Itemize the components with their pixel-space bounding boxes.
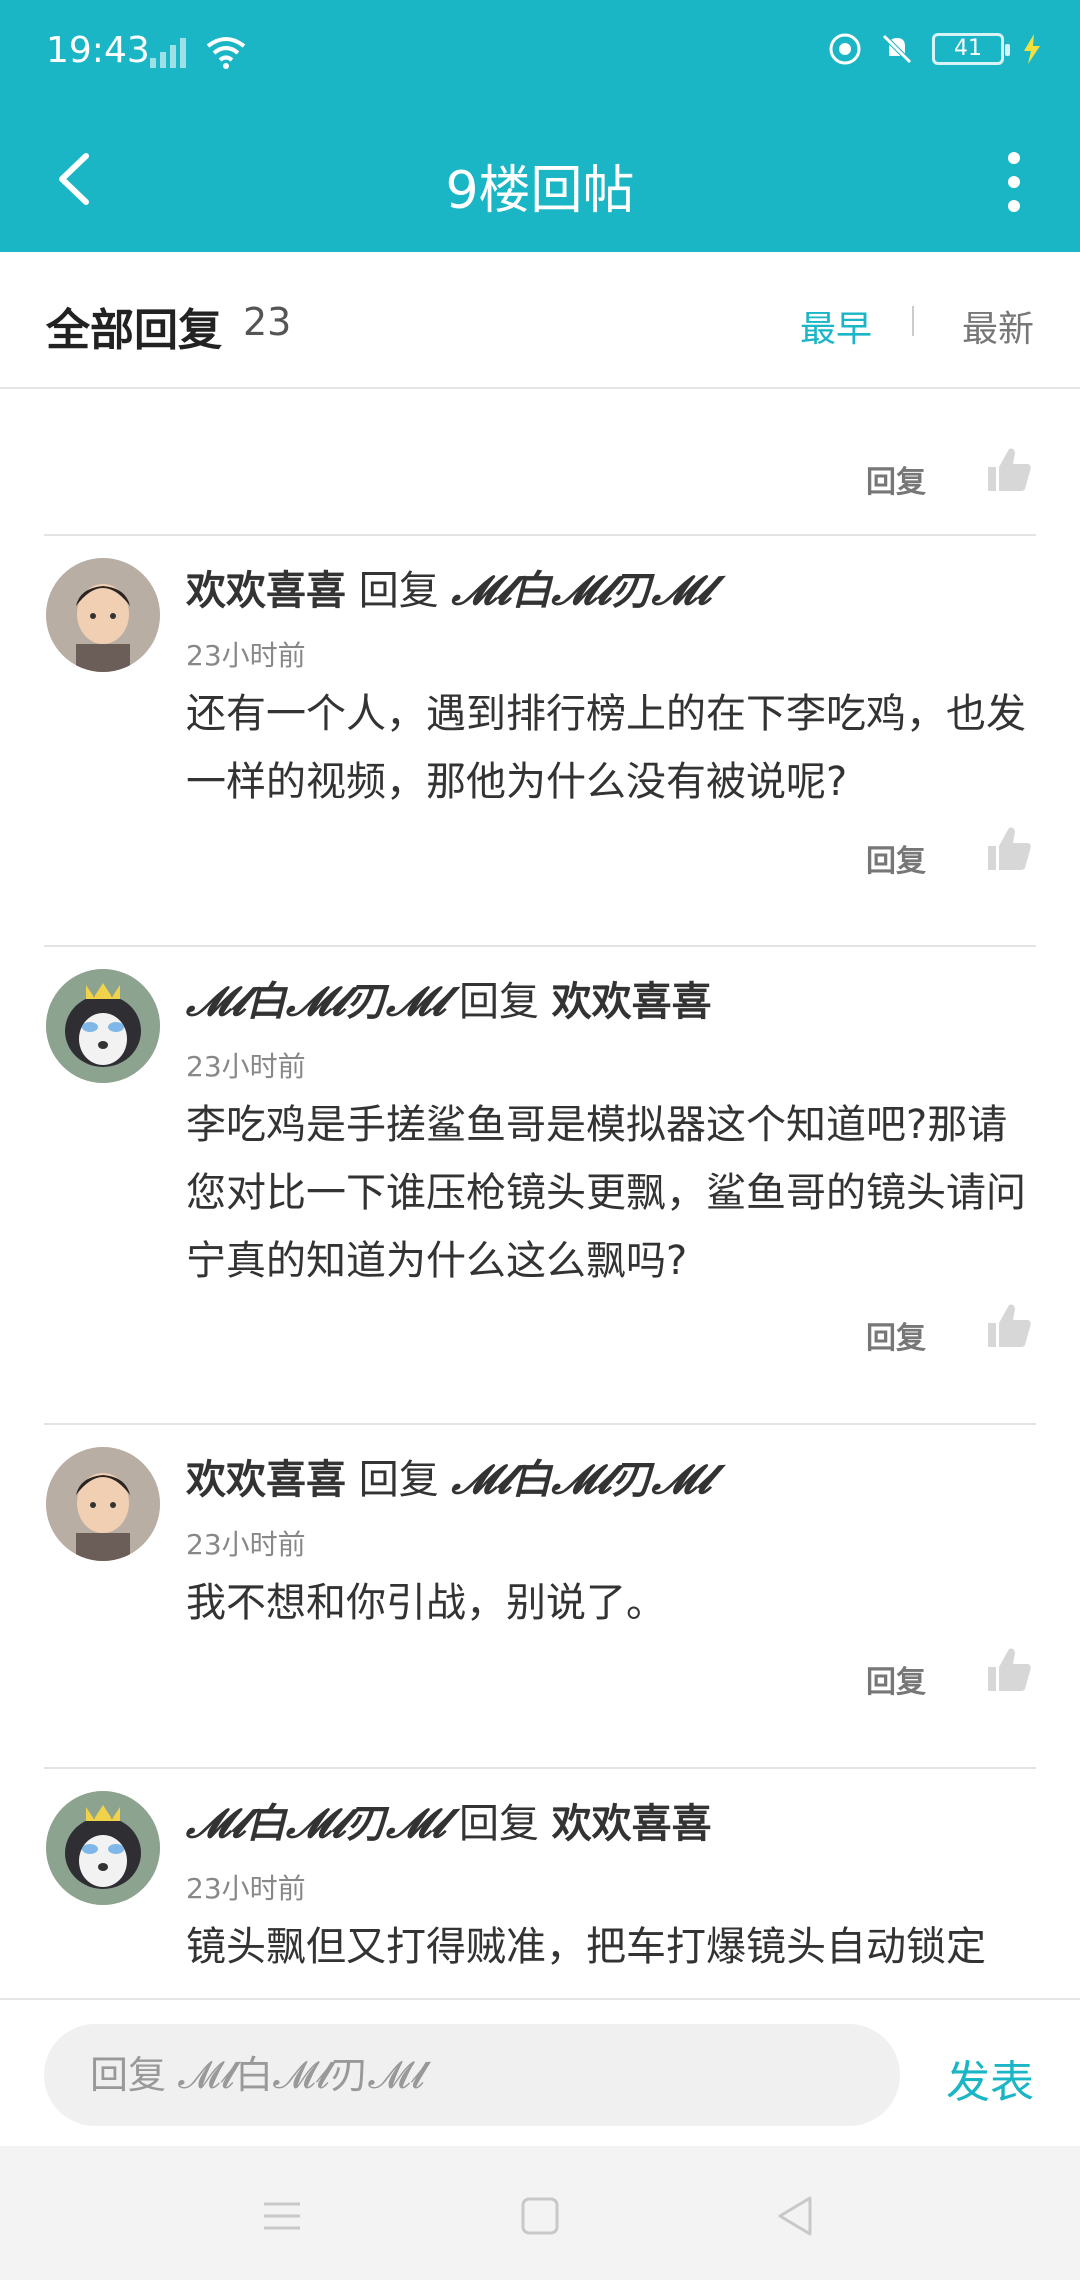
avatar[interactable] (46, 1791, 160, 1905)
dog-avatar-icon (46, 1791, 160, 1905)
thumbs-up-icon[interactable] (984, 445, 1034, 495)
avatar[interactable] (46, 558, 160, 672)
reply-button[interactable]: 回复 (866, 1313, 926, 1357)
app-bar: 9楼回帖 (0, 110, 1080, 252)
reply-button[interactable]: 回复 (866, 457, 926, 501)
reply-item: 𝓜𝓵白𝓜𝓵刃𝓜𝓵 回复 欢欢喜喜 23小时前 李吃鸡是手搓鲨鱼哥是模拟器这个知道… (0, 947, 1080, 1425)
reply-input[interactable]: 回复 𝓜𝓵白𝓜𝓵刃𝓜𝓵 (44, 2024, 900, 2126)
status-bar: 19:43 41 (0, 0, 1080, 110)
reply-header: 𝓜𝓵白𝓜𝓵刃𝓜𝓵 回复 欢欢喜喜 (186, 1791, 712, 1849)
reply-header: 𝓜𝓵白𝓜𝓵刃𝓜𝓵 回复 欢欢喜喜 (186, 969, 712, 1027)
battery-icon: 41 (932, 33, 1010, 65)
reply-item: 欢欢喜喜 回复 𝓜𝓵白𝓜𝓵刃𝓜𝓵 23小时前 我不想和你引战，别说了。 回复 (0, 1425, 1080, 1769)
reply-item: 欢欢喜喜 回复 𝓜𝓵白𝓜𝓵刃𝓜𝓵 23小时前 还有一个人，遇到排行榜上的在下李吃… (0, 536, 1080, 947)
reply-feed[interactable]: 回复 欢欢喜喜 回复 𝓜𝓵白𝓜𝓵刃𝓜𝓵 23小时前 还有一个人，遇到排行榜上的在… (0, 389, 1080, 1999)
reply-target[interactable]: 欢欢喜喜 (552, 1801, 712, 1847)
reply-count: 23 (243, 300, 292, 344)
reply-target[interactable]: 𝓜𝓵白𝓜𝓵刃𝓜𝓵 (451, 568, 711, 614)
author-name[interactable]: 欢欢喜喜 (186, 568, 346, 614)
charging-icon (1024, 34, 1040, 64)
page-title: 9楼回帖 (445, 161, 635, 221)
reply-time: 23小时前 (186, 1050, 306, 1083)
reply-content: 李吃鸡是手搓鲨鱼哥是模拟器这个知道吧?那请您对比一下谁压枪镜头更飘，鲨鱼哥的镜头… (186, 1102, 1026, 1284)
replies-header: 全部回复 23 最早 最新 (0, 252, 1080, 389)
sort-latest-tab[interactable]: 最新 (962, 300, 1034, 352)
author-name[interactable]: 欢欢喜喜 (186, 1457, 346, 1503)
thumbs-up-icon[interactable] (984, 1645, 1034, 1695)
reply-target[interactable]: 欢欢喜喜 (552, 979, 712, 1025)
all-replies-label: 全部回复 (46, 305, 222, 356)
more-menu-icon[interactable] (984, 142, 1044, 222)
reply-time: 23小时前 (186, 1528, 306, 1561)
child-avatar-icon (46, 1447, 160, 1561)
reply-word: 回复 (358, 568, 439, 614)
home-icon[interactable] (510, 2186, 570, 2246)
back-icon[interactable] (766, 2186, 826, 2246)
sort-divider (912, 306, 914, 336)
author-name[interactable]: 𝓜𝓵白𝓜𝓵刃𝓜𝓵 (186, 1801, 446, 1847)
eye-comfort-icon (829, 33, 861, 65)
sort-earliest-tab[interactable]: 最早 (800, 300, 872, 352)
signal-icon (150, 38, 186, 68)
status-time: 19:43 (46, 30, 150, 71)
send-button[interactable]: 发表 (946, 2046, 1034, 2110)
reply-time: 23小时前 (186, 639, 306, 672)
reply-header: 欢欢喜喜 回复 𝓜𝓵白𝓜𝓵刃𝓜𝓵 (186, 1447, 712, 1505)
reply-button[interactable]: 回复 (866, 1657, 926, 1701)
reply-word: 回复 (458, 979, 539, 1025)
thumbs-up-icon[interactable] (984, 824, 1034, 874)
avatar[interactable] (46, 969, 160, 1083)
reply-item-partial: 回复 (0, 389, 1080, 536)
reply-item: 𝓜𝓵白𝓜𝓵刃𝓜𝓵 回复 欢欢喜喜 23小时前 镜头飘但又打得贼准，把车打爆镜头自… (0, 1769, 1080, 1999)
reply-composer: 回复 𝓜𝓵白𝓜𝓵刃𝓜𝓵 发表 (0, 1998, 1080, 2146)
wifi-icon (206, 37, 246, 69)
status-right: 41 (828, 32, 1042, 66)
thumbs-up-icon[interactable] (984, 1301, 1034, 1351)
dog-avatar-icon (46, 969, 160, 1083)
author-name[interactable]: 𝓜𝓵白𝓜𝓵刃𝓜𝓵 (186, 979, 446, 1025)
reply-word: 回复 (458, 1801, 539, 1847)
reply-time: 23小时前 (186, 1872, 306, 1905)
reply-content: 我不想和你引战，别说了。 (186, 1580, 666, 1626)
reply-content: 还有一个人，遇到排行榜上的在下李吃鸡，也发一样的视频，那他为什么没有被说呢? (186, 691, 1026, 805)
reply-target[interactable]: 𝓜𝓵白𝓜𝓵刃𝓜𝓵 (451, 1457, 711, 1503)
menu-icon[interactable] (252, 2186, 312, 2246)
reply-word: 回复 (358, 1457, 439, 1503)
reply-content: 镜头飘但又打得贼准，把车打爆镜头自动锁定 (186, 1924, 986, 1970)
avatar[interactable] (46, 1447, 160, 1561)
mute-icon (882, 34, 912, 64)
system-nav-bar (0, 2146, 1080, 2280)
reply-button[interactable]: 回复 (866, 836, 926, 880)
reply-header: 欢欢喜喜 回复 𝓜𝓵白𝓜𝓵刃𝓜𝓵 (186, 558, 712, 616)
child-avatar-icon (46, 558, 160, 672)
